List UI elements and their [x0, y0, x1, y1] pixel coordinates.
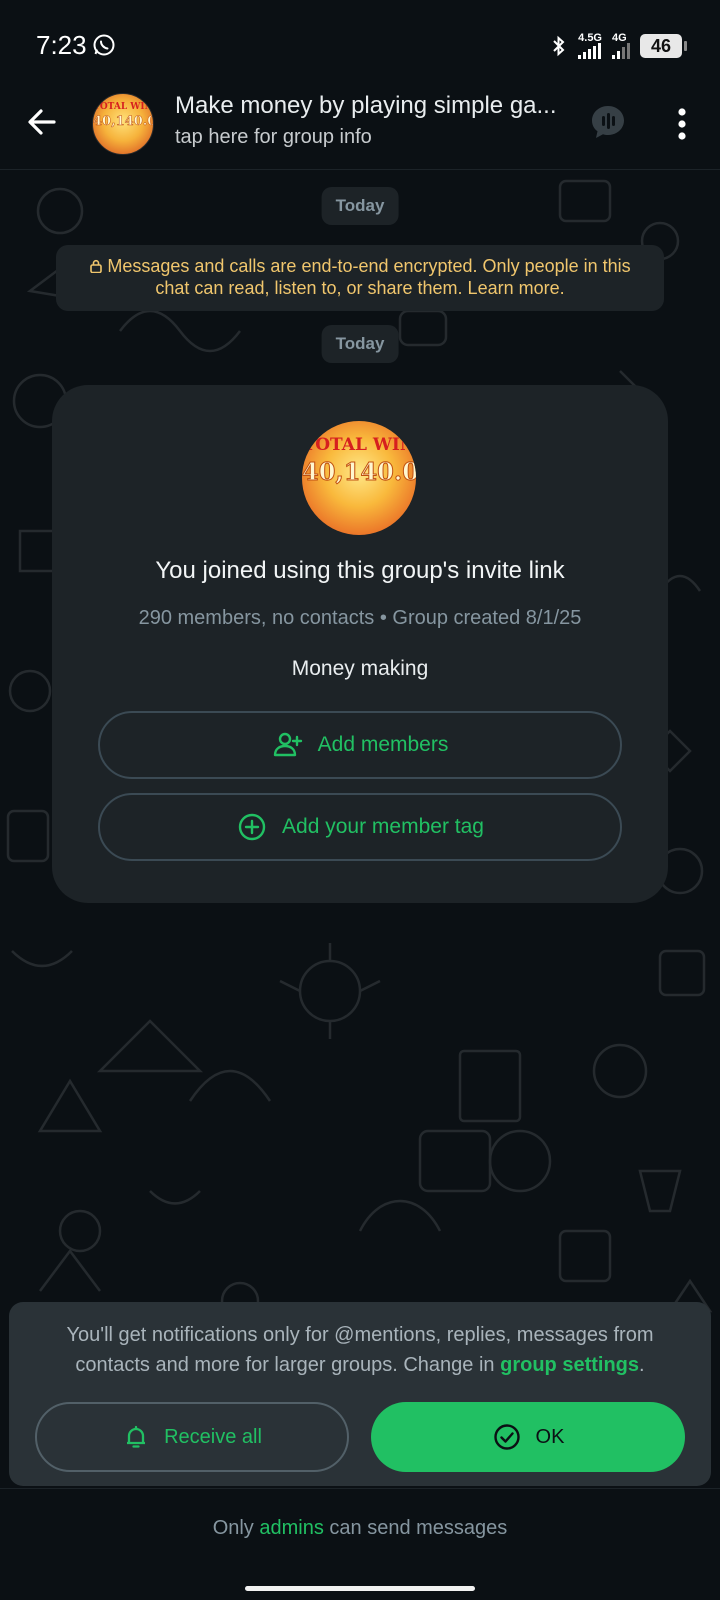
home-indicator[interactable] — [245, 1586, 475, 1591]
add-member-tag-button[interactable]: Add your member tag — [98, 793, 622, 861]
add-members-label: Add members — [317, 733, 449, 756]
bluetooth-icon — [553, 35, 565, 57]
add-person-icon — [273, 732, 302, 757]
card-avatar-text-bottom: 40,140.00 — [302, 457, 416, 487]
add-member-tag-label: Add your member tag — [282, 815, 484, 838]
group-description: Money making — [291, 657, 429, 680]
avatar-text-bottom: 40,140.00 — [93, 114, 153, 130]
date-chip-today: Today — [321, 187, 399, 225]
invite-card-title: You joined using this group's invite lin… — [155, 557, 565, 584]
add-circle-icon — [238, 813, 266, 841]
group-invite-card: TOTAL WIN 40,140.00 You joined using thi… — [52, 385, 668, 903]
status-time: 7:23 — [36, 30, 87, 60]
footer-text-start: Only — [212, 1517, 260, 1539]
chat-header: TOTAL WIN 40,140.00 Make money by playin… — [0, 86, 720, 170]
notification-settings-panel: You'll get notifications only for @menti… — [9, 1302, 711, 1486]
notification-text: You'll get notifications only for @menti… — [33, 1320, 687, 1380]
group-card-avatar[interactable]: TOTAL WIN 40,140.00 — [302, 421, 416, 535]
group-info-hint[interactable]: tap here for group info — [175, 126, 372, 149]
signal-indicator-a: 4.5G — [578, 33, 602, 59]
footer-text-end: can send messages — [323, 1517, 508, 1539]
signal-bars-icon — [612, 43, 630, 59]
battery-icon: 46 — [640, 34, 687, 58]
group-meta: 290 members, no contacts • Group created… — [138, 607, 582, 629]
network-label-b: 4G — [612, 32, 627, 44]
ok-label: OK — [535, 1425, 565, 1448]
network-label-a: 4.5G — [578, 32, 602, 44]
status-bar: 7:23 4.5G 4G 46 — [0, 0, 720, 86]
bell-icon — [127, 1425, 146, 1448]
encryption-notice-text: Messages and calls are end-to-end encryp… — [107, 256, 631, 298]
chat-area[interactable]: Today Messages and calls are end-to-end … — [0, 171, 720, 1488]
ok-button[interactable]: OK — [371, 1402, 685, 1472]
avatar-text-top: TOTAL WIN — [93, 102, 153, 112]
add-members-button[interactable]: Add members — [98, 711, 622, 779]
date-chip-today-2: Today — [321, 325, 399, 363]
group-avatar[interactable]: TOTAL WIN 40,140.00 — [92, 93, 154, 155]
voice-chat-icon[interactable] — [588, 102, 628, 142]
lock-icon — [90, 259, 103, 273]
admins-only-notice: Only admins can send messages — [0, 1517, 720, 1540]
admins-link[interactable]: admins — [259, 1517, 323, 1539]
footer: Only admins can send messages — [0, 1488, 720, 1600]
card-avatar-text-top: TOTAL WIN — [302, 435, 416, 455]
battery-level: 46 — [650, 36, 672, 56]
group-title[interactable]: Make money by playing simple ga... — [175, 92, 570, 120]
group-settings-link[interactable]: group settings — [500, 1354, 639, 1376]
signal-bars-icon — [578, 43, 602, 59]
signal-indicator-b: 4G — [612, 33, 630, 59]
receive-all-label: Receive all — [164, 1425, 262, 1448]
more-options-icon[interactable] — [664, 104, 700, 144]
back-arrow-icon[interactable] — [22, 102, 62, 142]
notification-text-end: . — [639, 1354, 645, 1376]
whatsapp-icon — [93, 34, 115, 56]
encryption-notice[interactable]: Messages and calls are end-to-end encryp… — [56, 245, 664, 311]
receive-all-button[interactable]: Receive all — [35, 1402, 349, 1472]
check-circle-icon — [493, 1424, 520, 1450]
